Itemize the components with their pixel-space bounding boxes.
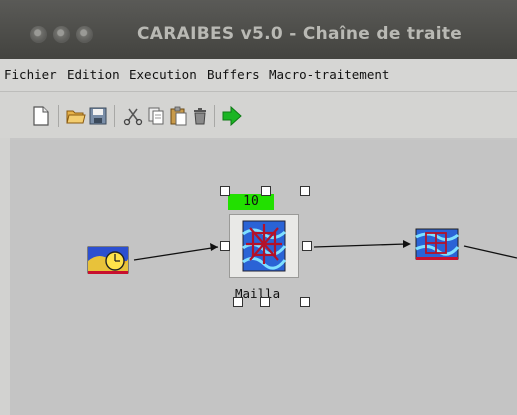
selection-handle[interactable] — [300, 186, 310, 196]
selection-handle[interactable] — [300, 297, 310, 307]
selection-handle[interactable] — [261, 186, 271, 196]
close-window-button[interactable] — [30, 26, 47, 43]
source-clock-icon[interactable] — [85, 241, 131, 277]
node-counter: 10 — [228, 194, 274, 210]
save-icon[interactable] — [88, 106, 108, 126]
menu-bar: Fichier Edition Execution Buffers Macro-… — [0, 59, 517, 92]
selection-handle[interactable] — [260, 297, 270, 307]
delete-icon[interactable] — [190, 106, 210, 126]
cut-icon[interactable] — [123, 106, 143, 126]
menu-buffers[interactable]: Buffers — [207, 67, 260, 82]
open-folder-icon[interactable] — [66, 106, 86, 126]
toolbar-separator — [214, 105, 215, 127]
toolbar-separator — [114, 105, 115, 127]
minimize-window-button[interactable] — [53, 26, 70, 43]
application-window: CARAIBES v5.0 - Chaîne de traite Fichier… — [0, 0, 517, 415]
menu-edition[interactable]: Edition — [67, 67, 120, 82]
window-title: CARAIBES v5.0 - Chaîne de traite — [137, 24, 463, 44]
title-bar[interactable]: CARAIBES v5.0 - Chaîne de traite — [0, 0, 517, 59]
left-panel-edge — [0, 138, 10, 415]
selection-handle[interactable] — [220, 186, 230, 196]
selection-handle[interactable] — [302, 241, 312, 251]
selection-handle[interactable] — [220, 241, 230, 251]
menu-fichier[interactable]: Fichier — [4, 67, 57, 82]
copy-icon[interactable] — [146, 106, 166, 126]
maximize-window-button[interactable] — [76, 26, 93, 43]
toolbar — [0, 92, 517, 138]
grid-output-icon[interactable] — [414, 227, 460, 261]
menu-execution[interactable]: Execution — [129, 67, 197, 82]
menu-macro-traitement[interactable]: Macro-traitement — [269, 67, 389, 82]
paste-icon[interactable] — [168, 106, 188, 126]
toolbar-separator — [58, 105, 59, 127]
maillage-node[interactable] — [229, 214, 299, 278]
run-icon[interactable] — [222, 106, 242, 126]
selection-handle[interactable] — [233, 297, 243, 307]
new-file-icon[interactable] — [31, 106, 51, 126]
maillage-icon — [242, 220, 286, 272]
